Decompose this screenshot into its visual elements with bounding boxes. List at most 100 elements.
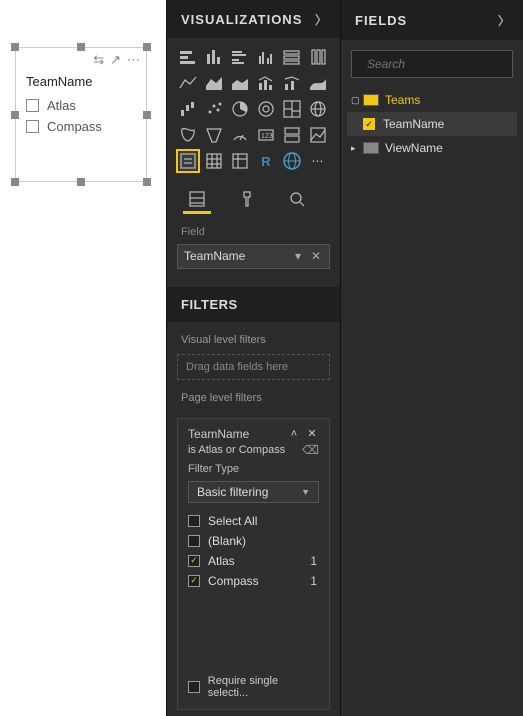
stacked-bar-chart-icon[interactable] xyxy=(177,46,199,68)
checkbox-icon[interactable] xyxy=(26,99,39,112)
visualizations-header[interactable]: VISUALIZATIONS 〉 xyxy=(167,0,340,38)
filter-option[interactable]: (Blank) xyxy=(188,531,319,551)
slicer-option[interactable]: Compass xyxy=(16,116,146,137)
funnel-chart-icon[interactable] xyxy=(203,124,225,146)
collapse-filter-icon[interactable]: ˄ xyxy=(287,428,301,440)
slicer-more-icon[interactable]: ⋯ xyxy=(127,52,140,68)
search-input[interactable] xyxy=(367,57,523,71)
filters-header: FILTERS xyxy=(167,287,340,322)
filter-option-label: Select All xyxy=(208,514,257,528)
clustered-column-chart-icon[interactable] xyxy=(255,46,277,68)
combo-chart-icon[interactable] xyxy=(255,72,277,94)
filter-option[interactable]: Atlas 1 xyxy=(188,551,319,571)
chevron-right-icon[interactable]: 〉 xyxy=(498,12,511,29)
slicer-option-label: Atlas xyxy=(47,98,76,113)
clustered-bar-chart-icon[interactable] xyxy=(229,46,251,68)
chevron-down-icon: ▼ xyxy=(301,487,310,497)
slicer-mode-icon[interactable]: ↗ xyxy=(110,52,121,68)
gauge-chart-icon[interactable] xyxy=(229,124,251,146)
treemap-icon[interactable] xyxy=(281,98,303,120)
format-tab-icon[interactable] xyxy=(233,186,261,214)
field-name: ViewName xyxy=(385,141,513,155)
require-single-selection[interactable]: Require single selecti... xyxy=(188,665,319,709)
expand-icon[interactable]: ▸ xyxy=(351,143,361,154)
visualizations-panel: VISUALIZATIONS 〉 123 R xyxy=(166,0,340,716)
filter-type-select[interactable]: Basic filtering ▼ xyxy=(188,481,319,503)
fields-tab-icon[interactable] xyxy=(183,186,211,214)
line-chart-icon[interactable] xyxy=(177,72,199,94)
resize-handle[interactable] xyxy=(77,178,85,186)
matrix-visual-icon[interactable] xyxy=(229,150,251,172)
ribbon-chart-icon[interactable] xyxy=(307,72,329,94)
resize-handle[interactable] xyxy=(11,111,19,119)
slicer-visual-icon[interactable] xyxy=(177,150,199,172)
report-canvas[interactable]: ⇆ ↗ ⋯ TeamName Atlas Compass xyxy=(0,0,166,716)
filter-option-label: Atlas xyxy=(208,554,235,568)
r-visual-icon[interactable]: R xyxy=(255,150,277,172)
kpi-visual-icon[interactable] xyxy=(307,124,329,146)
svg-text:123: 123 xyxy=(261,133,273,140)
slicer-visual[interactable]: ⇆ ↗ ⋯ TeamName Atlas Compass xyxy=(15,47,147,182)
waterfall-chart-icon[interactable] xyxy=(177,98,199,120)
area-chart-icon[interactable] xyxy=(203,72,225,94)
pie-chart-icon[interactable] xyxy=(229,98,251,120)
checkbox-icon[interactable] xyxy=(188,535,200,547)
fields-panel: FIELDS 〉 ▢ Teams TeamName ▸ ViewName xyxy=(340,0,523,716)
filter-summary: is Atlas or Compass xyxy=(188,444,285,456)
combo-line-column-icon[interactable] xyxy=(281,72,303,94)
field-node[interactable]: ▸ ViewName xyxy=(347,136,517,160)
clear-filter-icon[interactable]: ⌫ xyxy=(302,443,319,457)
remove-filter-icon[interactable]: ✕ xyxy=(305,427,319,440)
map-icon[interactable] xyxy=(307,98,329,120)
checkbox-icon[interactable] xyxy=(188,515,200,527)
stacked-area-chart-icon[interactable] xyxy=(229,72,251,94)
table-name: Teams xyxy=(385,93,513,107)
card-visual-icon[interactable]: 123 xyxy=(255,124,277,146)
field-node[interactable]: TeamName xyxy=(347,112,517,136)
checkbox-icon[interactable] xyxy=(188,555,200,567)
checkbox-icon[interactable] xyxy=(188,681,200,693)
viz-options-tabs xyxy=(167,180,340,214)
slicer-clear-icon[interactable]: ⇆ xyxy=(93,52,104,68)
filter-option-count: 1 xyxy=(310,574,319,588)
analytics-tab-icon[interactable] xyxy=(283,186,311,214)
scatter-chart-icon[interactable] xyxy=(203,98,225,120)
table-icon xyxy=(363,94,379,106)
slicer-option[interactable]: Atlas xyxy=(16,95,146,116)
resize-handle[interactable] xyxy=(11,43,19,51)
checkbox-icon[interactable] xyxy=(26,120,39,133)
hundred-percent-bar-icon[interactable] xyxy=(281,46,303,68)
filter-option[interactable]: Select All xyxy=(188,511,319,531)
filter-option[interactable]: Compass 1 xyxy=(188,571,319,591)
stacked-column-chart-icon[interactable] xyxy=(203,46,225,68)
table-visual-icon[interactable] xyxy=(203,150,225,172)
filter-option-label: (Blank) xyxy=(208,534,246,548)
field-well[interactable]: TeamName ▾ ✕ xyxy=(177,244,330,268)
chevron-down-icon[interactable]: ▾ xyxy=(291,249,305,263)
filter-type-value: Basic filtering xyxy=(197,485,268,499)
table-node[interactable]: ▢ Teams xyxy=(347,88,517,112)
resize-handle[interactable] xyxy=(11,178,19,186)
table-icon xyxy=(363,142,379,154)
fields-search[interactable] xyxy=(351,50,513,78)
field-checkbox[interactable] xyxy=(363,118,375,130)
import-visual-icon[interactable]: ⋯ xyxy=(307,150,329,172)
remove-field-icon[interactable]: ✕ xyxy=(309,249,323,263)
hundred-percent-column-icon[interactable] xyxy=(307,46,329,68)
fields-header[interactable]: FIELDS 〉 xyxy=(341,0,523,40)
multi-row-card-icon[interactable] xyxy=(281,124,303,146)
checkbox-icon[interactable] xyxy=(188,575,200,587)
arcgis-map-icon[interactable] xyxy=(281,150,303,172)
visual-level-filters-label: Visual level filters xyxy=(167,322,340,354)
visual-level-dropzone[interactable]: Drag data fields here xyxy=(177,354,330,380)
resize-handle[interactable] xyxy=(143,111,151,119)
visualization-gallery: 123 R ⋯ xyxy=(167,38,340,180)
filled-map-icon[interactable] xyxy=(177,124,199,146)
page-filter-card: TeamName ˄ ✕ is Atlas or Compass ⌫ Filte… xyxy=(177,418,330,710)
resize-handle[interactable] xyxy=(77,43,85,51)
donut-chart-icon[interactable] xyxy=(255,98,277,120)
resize-handle[interactable] xyxy=(143,43,151,51)
chevron-right-icon[interactable]: 〉 xyxy=(315,11,328,28)
expand-icon[interactable]: ▢ xyxy=(351,95,361,106)
resize-handle[interactable] xyxy=(143,178,151,186)
